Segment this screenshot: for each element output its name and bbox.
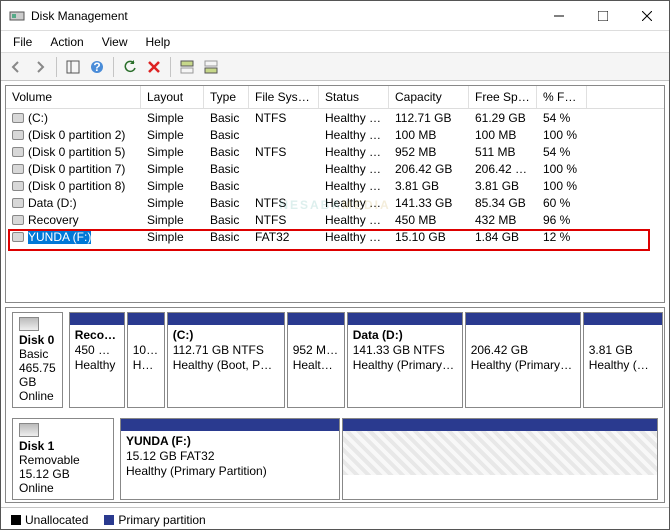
volume-list-header: Volume Layout Type File System Status Ca… [6, 86, 664, 109]
col-type[interactable]: Type [204, 86, 249, 108]
back-button[interactable] [5, 56, 27, 78]
close-button[interactable] [625, 1, 669, 31]
volume-row[interactable]: (C:)SimpleBasicNTFSHealthy (B...112.71 G… [6, 109, 664, 126]
volume-row[interactable]: (Disk 0 partition 5)SimpleBasicNTFSHealt… [6, 143, 664, 160]
col-volume[interactable]: Volume [6, 86, 141, 108]
partition[interactable]: 3.81 GBHealthy (Prim [583, 312, 663, 408]
window-title: Disk Management [31, 9, 537, 23]
col-status[interactable]: Status [319, 86, 389, 108]
delete-button[interactable] [143, 56, 165, 78]
col-free[interactable]: Free Spa... [469, 86, 537, 108]
refresh-button[interactable] [119, 56, 141, 78]
drive-icon [12, 215, 24, 225]
forward-button[interactable] [29, 56, 51, 78]
legend-primary: Primary partition [118, 513, 205, 527]
drive-icon [12, 147, 24, 157]
volume-row[interactable]: (Disk 0 partition 2)SimpleBasicHealthy (… [6, 126, 664, 143]
titlebar: Disk Management [1, 1, 669, 31]
volume-row[interactable]: YUNDA (F:)SimpleBasicFAT32Healthy (P...1… [6, 228, 664, 245]
disk-icon [19, 317, 39, 331]
swatch-unallocated [11, 515, 21, 525]
menu-file[interactable]: File [5, 33, 40, 51]
toolbar: ? [1, 53, 669, 81]
menubar: File Action View Help [1, 31, 669, 53]
help-button[interactable]: ? [86, 56, 108, 78]
menu-view[interactable]: View [94, 33, 136, 51]
drive-icon [12, 164, 24, 174]
disk-row: Disk 0Basic465.75 GBOnlineRecover450 MB … [12, 312, 658, 408]
view-bottom-button[interactable] [200, 56, 222, 78]
view-top-button[interactable] [176, 56, 198, 78]
watermark: NESABAMEDIA [279, 184, 390, 216]
maximize-button[interactable] [581, 1, 625, 31]
volume-list[interactable]: Volume Layout Type File System Status Ca… [5, 85, 665, 303]
disk-row: Disk 1Removable15.12 GBOnlineYUNDA (F:)1… [12, 418, 658, 500]
svg-text:?: ? [93, 60, 100, 74]
partition[interactable]: Data (D:)141.33 GB NTFSHealthy (Primary … [347, 312, 463, 408]
partition[interactable]: 952 MB NHealthy ( [287, 312, 345, 408]
menu-help[interactable]: Help [138, 33, 179, 51]
show-hide-console-tree-button[interactable] [62, 56, 84, 78]
partition[interactable]: 100 NHealt [127, 312, 165, 408]
unallocated-space[interactable] [342, 418, 658, 500]
col-layout[interactable]: Layout [141, 86, 204, 108]
drive-icon [12, 181, 24, 191]
disk-header[interactable]: Disk 1Removable15.12 GBOnline [12, 418, 114, 500]
drive-icon [12, 130, 24, 140]
app-icon [9, 8, 25, 24]
partition[interactable]: Recover450 MB IHealthy [69, 312, 125, 408]
volume-row[interactable]: (Disk 0 partition 7)SimpleBasicHealthy (… [6, 160, 664, 177]
drive-icon [12, 113, 24, 123]
graphical-view[interactable]: Disk 0Basic465.75 GBOnlineRecover450 MB … [5, 307, 665, 503]
menu-action[interactable]: Action [42, 33, 91, 51]
col-filesystem[interactable]: File System [249, 86, 319, 108]
legend-unallocated: Unallocated [25, 513, 88, 527]
partition[interactable]: 206.42 GBHealthy (Primary Par [465, 312, 581, 408]
legend: Unallocated Primary partition [1, 507, 669, 531]
swatch-primary [104, 515, 114, 525]
partition[interactable]: YUNDA (F:)15.12 GB FAT32Healthy (Primary… [120, 418, 340, 500]
minimize-button[interactable] [537, 1, 581, 31]
disk-header[interactable]: Disk 0Basic465.75 GBOnline [12, 312, 63, 408]
partition[interactable]: (C:)112.71 GB NTFSHealthy (Boot, Page [167, 312, 285, 408]
col-pfree[interactable]: % Free [537, 86, 587, 108]
col-capacity[interactable]: Capacity [389, 86, 469, 108]
drive-icon [12, 198, 24, 208]
drive-icon [12, 232, 24, 242]
disk-icon [19, 423, 39, 437]
